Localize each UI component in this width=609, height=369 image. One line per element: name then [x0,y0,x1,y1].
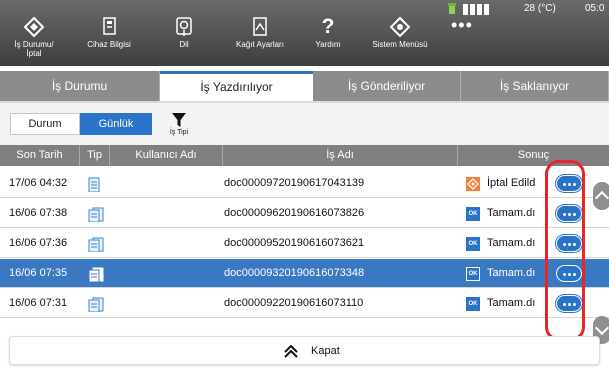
row-result: İptal Edild [466,169,550,198]
tab-job-sending[interactable]: İş Gönderiliyor [313,71,461,101]
paper-settings-label: Kağıt Ayarları [236,40,284,49]
multi-document-icon [88,296,108,312]
device-info-label: Cihaz Bilgisi [87,40,131,49]
ok-badge-icon: OK [466,207,480,221]
paper-settings-icon [228,16,292,38]
job-type-label: İş Tipi [169,129,189,136]
row-result-text: İptal Edild [487,177,536,189]
system-menu-button[interactable]: Sistem Menüsü [368,16,432,64]
ok-badge-icon: OK [466,237,480,251]
row-date: 17/06 04:32 [9,177,68,189]
system-menu-icon [368,16,432,38]
help-icon: ? [321,15,335,38]
row-result-text: Tamam.dı [487,267,536,279]
col-result[interactable]: Sonuç [458,145,609,166]
close-button[interactable]: Kapat [9,336,600,365]
table-row[interactable]: 17/06 04:32 doc00009720190617043139 İpta… [0,169,609,198]
row-job-name: doc00009220190616073110 [224,297,364,309]
row-result: OK Tamam.dı [466,229,550,258]
row-date: 16/06 07:38 [9,207,68,219]
table-row-selected[interactable]: 16/06 07:35 doc00009320190616073348 OK T… [0,259,609,288]
table-header: Son Tarih Tip Kullanıcı Adı İş Adı Sonuç [0,145,609,166]
row-date: 16/06 07:31 [9,297,68,309]
row-result: OK Tamam.dı [466,259,550,288]
row-job-name: doc00009620190616073826 [224,207,365,219]
tab-job-printing[interactable]: İş Yazdırılıyor [160,71,313,101]
multi-document-icon [88,206,108,222]
table-row[interactable]: 16/06 07:38 doc00009620190616073826 OK T… [0,199,609,228]
help-label: Yardım [315,40,341,49]
single-document-icon [88,176,108,192]
tab-job-status[interactable]: İş Durumu [0,71,160,101]
log-view-button[interactable]: Günlük [80,113,152,135]
double-chevron-up-icon [283,343,299,359]
row-result: OK Tamam.dı [466,199,550,228]
col-last-date[interactable]: Son Tarih [0,145,80,166]
status-view-button[interactable]: Durum [10,113,80,135]
table-row[interactable]: 16/06 07:36 doc00009520190616073621 OK T… [0,229,609,258]
row-job-name: doc00009720190617043139 [224,177,365,189]
row-result-text: Tamam.dı [487,297,536,309]
col-type[interactable]: Tip [80,145,110,166]
multi-document-icon [88,236,108,252]
help-button[interactable]: ? Yardım [296,16,360,64]
language-label: Dil [179,40,189,49]
system-menu-label: Sistem Menüsü [372,40,428,49]
col-job-name[interactable]: İş Adı [223,145,458,166]
row-job-name: doc00009320190616073348 [224,267,365,279]
cancelled-icon [466,177,480,191]
row-result: OK Tamam.dı [466,289,550,318]
row-date: 16/06 07:35 [9,267,68,279]
tab-job-storing[interactable]: İş Saklanıyor [461,71,609,101]
table-row[interactable]: 16/06 07:31 doc00009220190616073110 OK T… [0,289,609,318]
filter-row: Durum Günlük İş Tipi [0,103,609,145]
row-date: 16/06 07:36 [9,237,68,249]
language-button[interactable]: Dil [152,16,216,64]
device-info-button[interactable]: Cihaz Bilgisi [77,16,141,64]
job-tabs: İş Durumu İş Yazdırılıyor İş Gönderiliyo… [0,71,609,101]
scroll-up-button[interactable] [593,182,609,210]
details-buttons-highlight [545,160,585,341]
paper-settings-button[interactable]: Kağıt Ayarları [228,16,292,64]
clock: 05:0 [585,3,605,14]
language-icon [152,16,216,38]
temperature-readout: 28 (°C) [524,3,556,14]
ok-badge-icon: OK [466,267,480,281]
multi-document-icon [88,266,108,282]
row-job-name: doc00009520190616073621 [224,237,365,249]
col-user-name[interactable]: Kullanıcı Adı [110,145,223,166]
device-info-icon [77,16,141,38]
more-menu-button[interactable]: ••• [451,16,475,38]
job-status-cancel-button[interactable]: İş Durumu/ İptal [2,16,66,64]
top-navigation-bar: 28 (°C) 05:0 İş Durumu/ İptal Cihaz Bilg… [0,0,609,66]
ok-badge-icon: OK [466,297,480,311]
row-result-text: Tamam.dı [487,207,536,219]
close-label: Kapat [311,345,340,357]
job-type-filter-button[interactable]: İş Tipi [161,112,197,142]
job-status-cancel-label: İş Durumu/ İptal [14,40,54,58]
job-status-icon [2,16,66,38]
row-result-text: Tamam.dı [487,237,536,249]
filter-icon [172,113,186,127]
